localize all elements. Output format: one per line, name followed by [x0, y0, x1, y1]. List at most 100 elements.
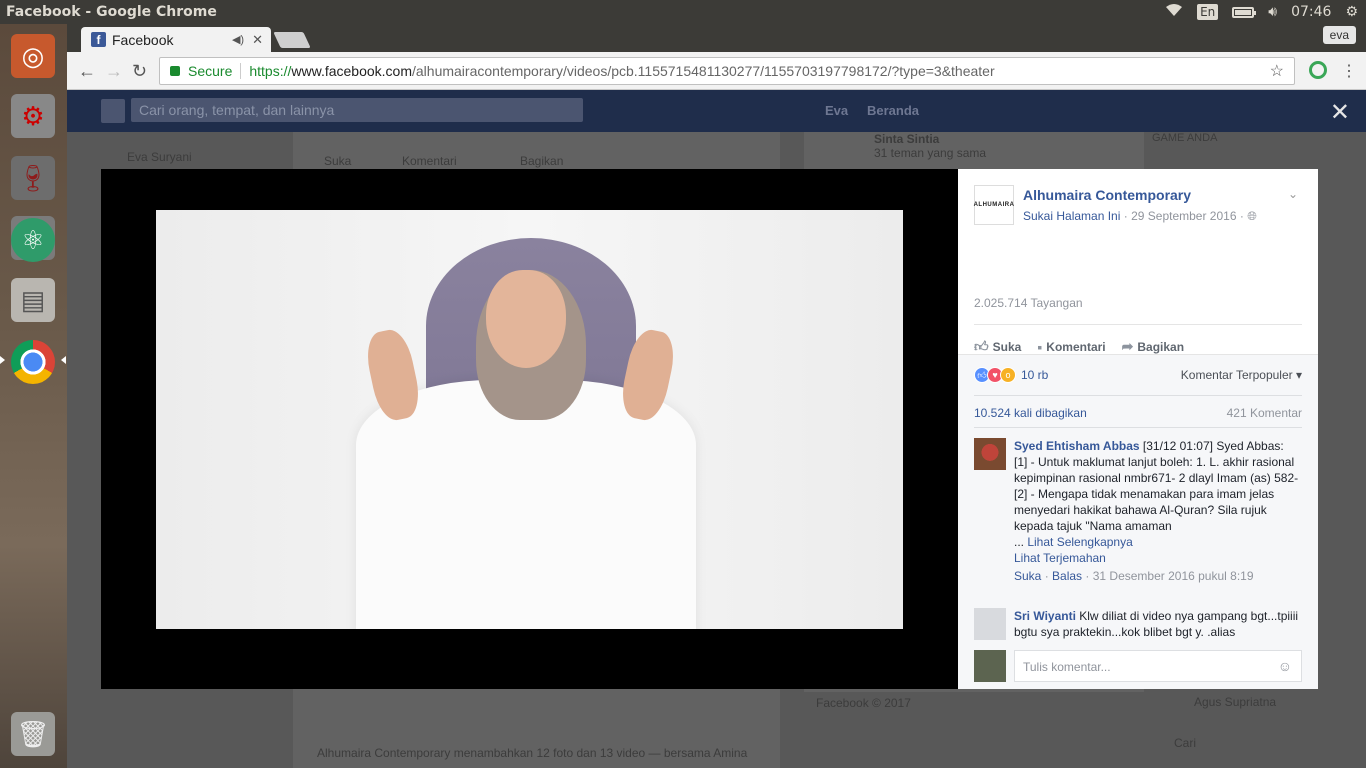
facebook-search-input[interactable]: Cari orang, tempat, dan lainnya — [131, 98, 583, 122]
omnibox-divider — [240, 63, 242, 79]
chrome-button[interactable] — [7, 336, 59, 388]
close-theater-icon[interactable]: ✕ — [1330, 98, 1350, 127]
divider — [974, 395, 1302, 396]
comment-body: Sri Wiyanti Klw diliat di video nya gamp… — [1014, 608, 1302, 640]
commenter-name[interactable]: Sri Wiyanti — [1014, 609, 1076, 623]
comment-label: Komentari — [1046, 339, 1106, 354]
bg-share: Bagikan — [520, 154, 564, 168]
profile-button[interactable]: eva — [1322, 26, 1356, 44]
active-indicator — [0, 356, 5, 364]
comment-sort-dropdown[interactable]: Komentar Terpopuler ▾ — [1181, 368, 1302, 382]
nav-profile[interactable]: Eva — [825, 103, 848, 118]
comment-actions: Suka · Balas · 31 Desember 2016 pukul 8:… — [1014, 568, 1254, 584]
tab-facebook[interactable]: f Facebook ◀) ✕ — [81, 27, 271, 52]
like-page-link[interactable]: Sukai Halaman Ini — [1023, 209, 1120, 223]
post-actions: 👍︎ Suka ▪ Komentari ➦ Bagikan — [974, 324, 1302, 355]
see-translation-link[interactable]: Lihat Terjemahan — [1014, 551, 1106, 565]
ubuntu-logo-icon: ◎ — [11, 34, 55, 78]
video-player[interactable] — [156, 210, 903, 629]
page-name-link[interactable]: Alhumaira Contemporary — [1023, 187, 1191, 203]
wine-button[interactable]: 🍷︎ — [7, 152, 59, 204]
comment-input[interactable]: Tulis komentar... — [1014, 650, 1302, 682]
share-arrow-icon: ➦ — [1121, 338, 1134, 354]
forward-icon[interactable]: → — [105, 61, 123, 82]
ellipsis: ... — [1014, 535, 1028, 549]
atom-icon: ⚛ — [11, 218, 55, 262]
emoji-icon[interactable]: ☺ — [1278, 658, 1292, 674]
my-avatar — [974, 650, 1006, 682]
trash-icon: 🗑︎ — [11, 712, 55, 756]
commenter-name[interactable]: Syed Ehtisham Abbas — [1014, 439, 1140, 453]
speech-bubble-icon: ▪ — [1037, 338, 1043, 355]
ubuntu-dash-button[interactable]: ◎ — [7, 30, 59, 82]
comment-reply-link[interactable]: Balas — [1052, 569, 1082, 583]
view-count: 2.025.714 Tayangan — [974, 296, 1083, 310]
address-bar[interactable]: Secure https:// www.facebook.com /alhuma… — [159, 57, 1295, 85]
wow-reaction-icon: o — [1000, 367, 1016, 383]
toolbar: ← → ↻ Secure https:// www.facebook.com /… — [67, 52, 1366, 90]
comment-text-line: [31/12 01:07] Syed Abbas: — [1139, 439, 1284, 453]
comment-composer: Tulis komentar... ☺ — [974, 650, 1302, 684]
facebook-header: Cari orang, tempat, dan lainnya Eva Bera… — [67, 90, 1366, 132]
battery-icon[interactable] — [1232, 6, 1257, 18]
comment-text-line: [2] - Mengapa tidak menamakan para imam … — [1014, 487, 1275, 533]
lock-icon[interactable] — [170, 66, 180, 76]
bg-comment: Komentari — [402, 154, 457, 168]
tab-strip: f Facebook ◀) ✕ eva — [67, 24, 1366, 52]
secure-label[interactable]: Secure — [188, 63, 232, 79]
focused-indicator — [61, 356, 66, 364]
comment-item: Syed Ehtisham Abbas [31/12 01:07] Syed A… — [974, 438, 1302, 598]
globe-icon: 🌐︎ — [1247, 209, 1257, 223]
battery-level-fill — [1235, 9, 1251, 15]
meta-separator: · — [1123, 209, 1132, 223]
comment-timestamp[interactable]: 31 Desember 2016 pukul 8:19 — [1093, 569, 1254, 583]
share-label: Bagikan — [1137, 339, 1185, 354]
reload-icon[interactable]: ↻ — [132, 61, 147, 82]
post-date[interactable]: 29 September 2016 — [1131, 209, 1236, 223]
bg-suggest-name: Sinta Sintia — [874, 132, 940, 146]
chrome-window: f Facebook ◀) ✕ eva ← → ↻ Secure https:/… — [67, 24, 1366, 768]
facebook-logo-icon[interactable] — [101, 99, 125, 123]
page-avatar[interactable]: ALHUMAIRA — [974, 185, 1014, 225]
audio-playing-icon[interactable]: ◀) — [232, 33, 244, 46]
new-tab-button[interactable] — [273, 32, 311, 48]
system-tray: En 🔊︎ 07:46 ⚙ — [1165, 0, 1358, 24]
chevron-down-icon[interactable]: ⌄ — [1288, 187, 1298, 201]
tab-title: Facebook — [112, 31, 174, 48]
share-button[interactable]: ➦ Bagikan — [1122, 338, 1184, 355]
nav-home[interactable]: Beranda — [867, 103, 919, 118]
file-manager-button[interactable]: ▤ — [7, 274, 59, 326]
comment-text-line: [1] - Untuk maklumat lanjut boleh: 1. L.… — [1014, 455, 1299, 485]
trash-button[interactable]: 🗑︎ — [7, 708, 59, 760]
bg-footer: Facebook © 2017 — [816, 696, 911, 710]
gear-icon[interactable]: ⚙ — [1345, 4, 1358, 20]
wifi-icon[interactable] — [1165, 3, 1183, 21]
language-indicator[interactable]: En — [1197, 4, 1219, 20]
commenter-avatar[interactable] — [974, 438, 1006, 470]
back-icon[interactable]: ← — [78, 61, 96, 82]
comment-count[interactable]: 421 Komentar — [1227, 406, 1302, 420]
like-button[interactable]: 👍︎ Suka — [974, 338, 1021, 355]
reactions-summary[interactable]: 👍︎ ♥ o 10 rb — [974, 367, 1048, 383]
sort-label: Komentar Terpopuler — [1180, 368, 1293, 382]
clock[interactable]: 07:46 — [1291, 4, 1331, 20]
post-meta: Sukai Halaman Ini · 29 September 2016 · … — [1023, 209, 1257, 224]
reaction-count[interactable]: 10 rb — [1021, 368, 1048, 382]
top-panel: Facebook - Google Chrome En 🔊︎ 07:46 ⚙ — [0, 0, 1366, 24]
grammarly-extension-icon[interactable] — [1309, 61, 1327, 79]
like-label: Suka — [992, 339, 1022, 354]
close-tab-icon[interactable]: ✕ — [252, 32, 263, 48]
comment-button[interactable]: ▪ Komentari — [1037, 339, 1105, 355]
comment-like-link[interactable]: Suka — [1014, 569, 1041, 583]
system-settings-button[interactable]: ⚙ — [7, 90, 59, 142]
atom-editor-button[interactable]: ⚛ — [7, 214, 59, 266]
share-count[interactable]: 10.524 kali dibagikan — [974, 406, 1087, 420]
bookmark-star-icon[interactable]: ☆ — [1270, 61, 1284, 81]
bg-post-header: Alhumaira Contemporary menambahkan 12 fo… — [317, 746, 748, 760]
menu-icon[interactable]: ⋮ — [1341, 61, 1357, 81]
settings-wrench-icon: ⚙ — [11, 94, 55, 138]
commenter-avatar[interactable] — [974, 608, 1006, 640]
see-more-link[interactable]: Lihat Selengkapnya — [1027, 535, 1132, 549]
volume-icon[interactable]: 🔊︎ — [1268, 4, 1277, 20]
file-cabinet-icon: ▤ — [11, 278, 55, 322]
